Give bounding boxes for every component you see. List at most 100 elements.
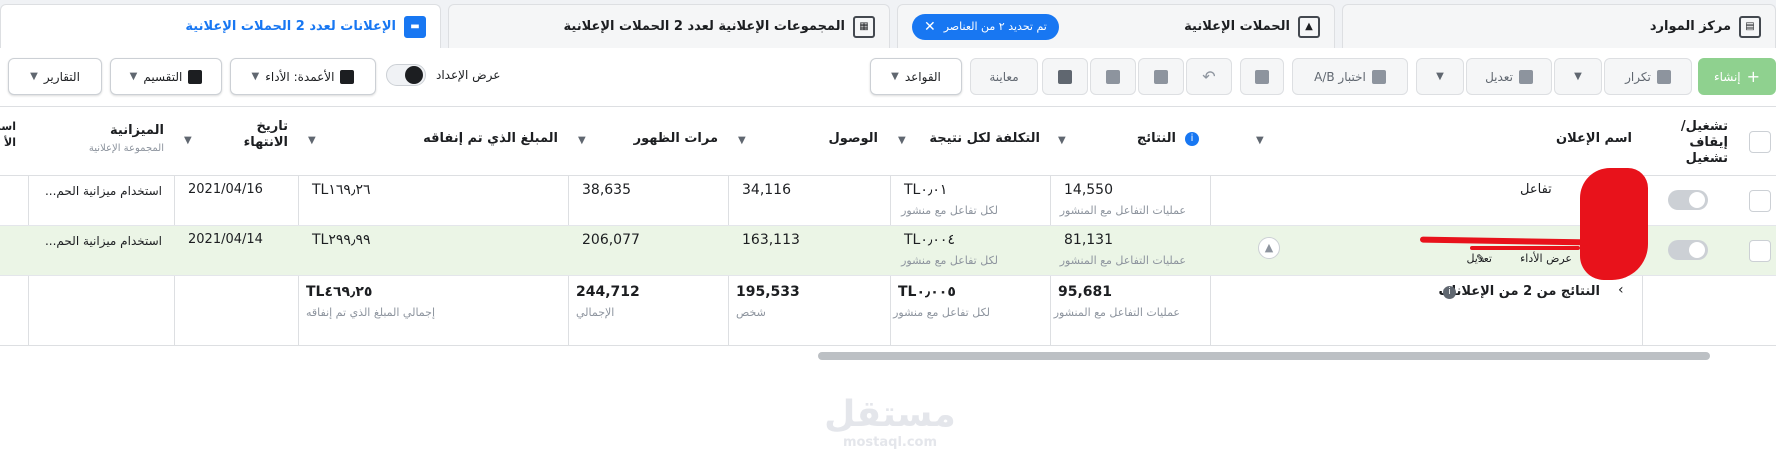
spent-value: TL٢٩٩٫٩٩	[312, 232, 371, 248]
budget-value: استخدام ميزانية الحم...	[44, 184, 162, 198]
end-date-value: 2021/04/14	[188, 232, 263, 247]
totals-cost: TL٠٫٠٠٥	[898, 284, 956, 300]
reports-label: التقارير	[43, 69, 80, 84]
info-icon[interactable]: i	[1185, 132, 1199, 146]
tab-campaigns[interactable]: ▲ الحملات الإعلانية تم تحديد ٢ من العناص…	[897, 4, 1335, 48]
cost-value: TL٠٫٠٠٤	[904, 232, 955, 248]
row-checkbox[interactable]	[1749, 240, 1771, 262]
header-results[interactable]: النتائج	[1137, 131, 1176, 146]
edit-dropdown[interactable]: ▼	[1416, 58, 1464, 95]
spent-value: TL١٦٩٫٢٦	[312, 182, 371, 198]
audience-button[interactable]	[1090, 58, 1136, 95]
chevron-down-icon[interactable]: ▼	[184, 135, 192, 146]
close-icon[interactable]: ✕	[924, 19, 936, 35]
totals-cost-sub: لكل تفاعل مع منشور	[893, 306, 990, 319]
grid-icon: ▦	[853, 15, 875, 38]
totals-results-sub: عمليات التفاعل مع المنشور	[1053, 306, 1180, 319]
boost-icon[interactable]: ▲	[1258, 237, 1280, 259]
create-label: إنشاء	[1713, 69, 1741, 84]
chevron-down-icon[interactable]: ▼	[1058, 135, 1066, 146]
toggle-knob	[1689, 192, 1705, 208]
chevron-down-icon[interactable]: ▼	[1256, 135, 1264, 146]
watermark: مستقل mostaql.com	[820, 395, 960, 451]
chevron-down-icon[interactable]: ▼	[578, 135, 586, 146]
ad-name[interactable]: تفاعل	[1520, 182, 1552, 197]
trash-icon	[1154, 69, 1168, 84]
edit-label: تعديل	[1485, 69, 1513, 84]
table-row[interactable]: تفاعل 14,550 عمليات التفاعل مع المنشور T…	[0, 176, 1776, 226]
header-cost-per-result[interactable]: التكلفة لكل نتيجة	[929, 131, 1040, 146]
results-value: 14,550	[1064, 182, 1113, 198]
results-sub: عمليات التفاعل مع المنشور	[1059, 254, 1186, 267]
selection-pill[interactable]: تم تحديد ٢ من العناصر ✕	[912, 13, 1059, 40]
duplicate-dropdown[interactable]: ▼	[1554, 58, 1602, 95]
view-setup-label: عرض الإعداد	[436, 68, 501, 82]
chevron-right-icon[interactable]: ‹	[1618, 282, 1624, 298]
edit-button[interactable]: تعديل	[1466, 58, 1552, 95]
selection-pill-label: تم تحديد ٢ من العناصر	[943, 20, 1047, 33]
budget-value: استخدام ميزانية الحم...	[44, 234, 162, 248]
header-end-date[interactable]: تاريخ الانتهاء	[228, 119, 288, 151]
row-checkbox[interactable]	[1749, 190, 1771, 212]
totals-spent: TL٤٦٩٫٢٥	[306, 284, 373, 300]
header-ad-name[interactable]: اسم الإعلان	[1556, 131, 1632, 146]
impressions-value: 206,077	[582, 232, 640, 248]
duplicate-label: تكرار	[1625, 69, 1651, 84]
ab-test-label: اختبار A/B	[1314, 69, 1366, 84]
header-extra[interactable]: است الأ	[0, 119, 16, 151]
redaction-mark	[1470, 246, 1580, 250]
view-setup-toggle[interactable]	[386, 64, 426, 86]
reports-button[interactable]: التقارير ▼	[8, 58, 102, 95]
pencil-icon: ✎	[1476, 252, 1486, 265]
select-all-checkbox[interactable]	[1749, 131, 1771, 153]
totals-reach: 195,533	[736, 284, 800, 300]
people-icon	[1106, 69, 1120, 84]
ab-test-button[interactable]: اختبار A/B	[1292, 58, 1408, 95]
view-performance-link[interactable]: عرض الأداء	[1520, 252, 1572, 265]
share-button[interactable]	[1042, 58, 1088, 95]
ad-icon: ▬	[404, 15, 426, 38]
chevron-down-icon: ▼	[891, 71, 899, 82]
header-toggle[interactable]: تشغيل/ إيقاف تشغيل	[1648, 119, 1728, 167]
chevron-down-icon[interactable]: ▼	[308, 135, 316, 146]
tab-ad-sets[interactable]: ▦ المجموعات الإعلانية لعدد 2 الحملات الإ…	[448, 4, 890, 48]
tab-ads[interactable]: ▬ الإعلانات لعدد 2 الحملات الإعلانية	[0, 4, 441, 48]
delete-button[interactable]	[1138, 58, 1184, 95]
preview-button[interactable]: معاينة	[970, 58, 1038, 95]
tab-label: الإعلانات لعدد 2 الحملات الإعلانية	[185, 19, 396, 34]
duplicate-icon	[1656, 69, 1671, 84]
folder-icon: ▲	[1298, 15, 1320, 38]
header-amount-spent[interactable]: المبلغ الذي تم إنفاقه	[423, 131, 558, 146]
preview-label: معاينة	[989, 69, 1019, 84]
ad-toggle[interactable]	[1668, 190, 1708, 210]
horizontal-scrollbar[interactable]	[818, 352, 1710, 360]
reach-value: 163,113	[742, 232, 800, 248]
create-button[interactable]: + إنشاء	[1698, 58, 1776, 95]
rules-button[interactable]: القواعد ▼	[870, 58, 962, 95]
tab-resource-center[interactable]: ▤ مركز الموارد	[1342, 4, 1776, 48]
header-budget-sub: المجموعة الإعلانية	[88, 143, 164, 154]
columns-button[interactable]: الأعمدة: الأداء ▼	[230, 58, 376, 95]
duplicate-button[interactable]: تكرار	[1604, 58, 1692, 95]
totals-results: 95,681	[1058, 284, 1113, 300]
totals-impressions-sub: الإجمالي	[576, 306, 615, 319]
ads-table: تشغيل/ إيقاف تشغيل اسم الإعلان ▼ i النتا…	[0, 106, 1776, 351]
chevron-down-icon[interactable]: ▼	[898, 135, 906, 146]
header-impressions[interactable]: مرات الظهور	[634, 131, 718, 146]
breakdown-button[interactable]: التقسيم ▼	[110, 58, 222, 95]
ad-toggle[interactable]	[1668, 240, 1708, 260]
totals-reach-sub: شخص	[736, 306, 766, 319]
info-icon[interactable]: i	[1443, 286, 1456, 299]
redaction-mark	[1580, 168, 1648, 280]
breakdown-label: التقسيم	[143, 69, 183, 84]
rules-label: القواعد	[904, 69, 941, 84]
table-row[interactable]: عرض الأداء تعديل ✎ ▲ 81,131 عمليات التفا…	[0, 226, 1776, 276]
tab-bar: ▤ مركز الموارد ▲ الحملات الإعلانية تم تح…	[0, 0, 1776, 48]
header-reach[interactable]: الوصول	[829, 131, 878, 146]
undo-button[interactable]: ↶	[1186, 58, 1232, 95]
header-budget[interactable]: الميزانية	[110, 123, 164, 138]
chevron-down-icon[interactable]: ▼	[738, 135, 746, 146]
cost-sub: لكل تفاعل مع منشور	[901, 204, 998, 217]
pencil-icon	[1518, 69, 1533, 84]
clipboard-button[interactable]	[1240, 58, 1284, 95]
